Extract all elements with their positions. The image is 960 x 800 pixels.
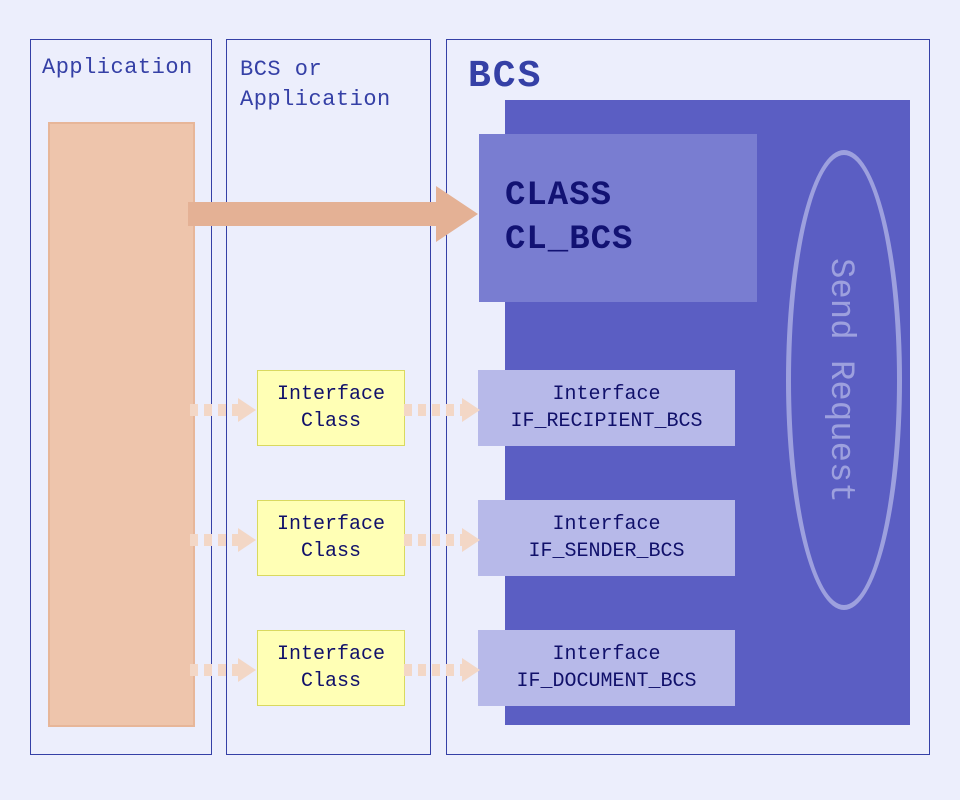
column-bcs-title: BCS: [468, 55, 542, 98]
bcs-interface-line2: IF_SENDER_BCS: [478, 538, 735, 565]
interface-class-line1: Interface: [258, 381, 404, 408]
bcs-interface-sender: Interface IF_SENDER_BCS: [478, 500, 735, 576]
arrow-app-to-iface1: [190, 398, 258, 422]
interface-class-line2: Class: [258, 668, 404, 695]
bcs-interface-line2: IF_RECIPIENT_BCS: [478, 408, 735, 435]
arrow-shaft: [190, 664, 238, 676]
arrow-shaft: [190, 534, 238, 546]
column-middle-title: BCS or Application: [240, 55, 391, 114]
arrow-shaft: [190, 404, 238, 416]
arrow-iface1-to-recipient: [404, 398, 482, 422]
arrow-app-to-iface3: [190, 658, 258, 682]
bcs-interface-document: Interface IF_DOCUMENT_BCS: [478, 630, 735, 706]
arrow-head-icon: [462, 658, 480, 682]
column-application-title: Application: [42, 55, 193, 80]
bcs-interface-line1: Interface: [478, 381, 735, 408]
diagram-stage: Application BCS or Application BCS CLASS…: [0, 0, 960, 800]
arrow-shaft: [188, 202, 438, 226]
bcs-interface-line1: Interface: [478, 511, 735, 538]
arrow-head-icon: [238, 398, 256, 422]
class-box-line1: CLASS: [505, 174, 755, 218]
interface-class-box-3: Interface Class: [257, 630, 405, 706]
arrow-application-to-clbcs: [188, 186, 480, 242]
bcs-interface-line1: Interface: [478, 641, 735, 668]
interface-class-box-1: Interface Class: [257, 370, 405, 446]
arrow-head-icon: [462, 398, 480, 422]
arrow-shaft: [404, 664, 462, 676]
application-body-bar: [48, 122, 195, 727]
interface-class-line2: Class: [258, 538, 404, 565]
bcs-interface-line2: IF_DOCUMENT_BCS: [478, 668, 735, 695]
arrow-head-icon: [462, 528, 480, 552]
bcs-interface-recipient: Interface IF_RECIPIENT_BCS: [478, 370, 735, 446]
class-box-line2: CL_BCS: [505, 218, 755, 262]
arrow-shaft: [404, 534, 462, 546]
arrow-head-icon: [436, 186, 478, 242]
interface-class-line1: Interface: [258, 511, 404, 538]
arrow-shaft: [404, 404, 462, 416]
arrow-iface2-to-sender: [404, 528, 482, 552]
interface-class-box-2: Interface Class: [257, 500, 405, 576]
interface-class-line1: Interface: [258, 641, 404, 668]
send-request-label: Send Request: [810, 200, 870, 560]
arrow-iface3-to-document: [404, 658, 482, 682]
arrow-head-icon: [238, 658, 256, 682]
arrow-head-icon: [238, 528, 256, 552]
arrow-app-to-iface2: [190, 528, 258, 552]
interface-class-line2: Class: [258, 408, 404, 435]
class-cl-bcs-box: CLASS CL_BCS: [479, 134, 757, 302]
